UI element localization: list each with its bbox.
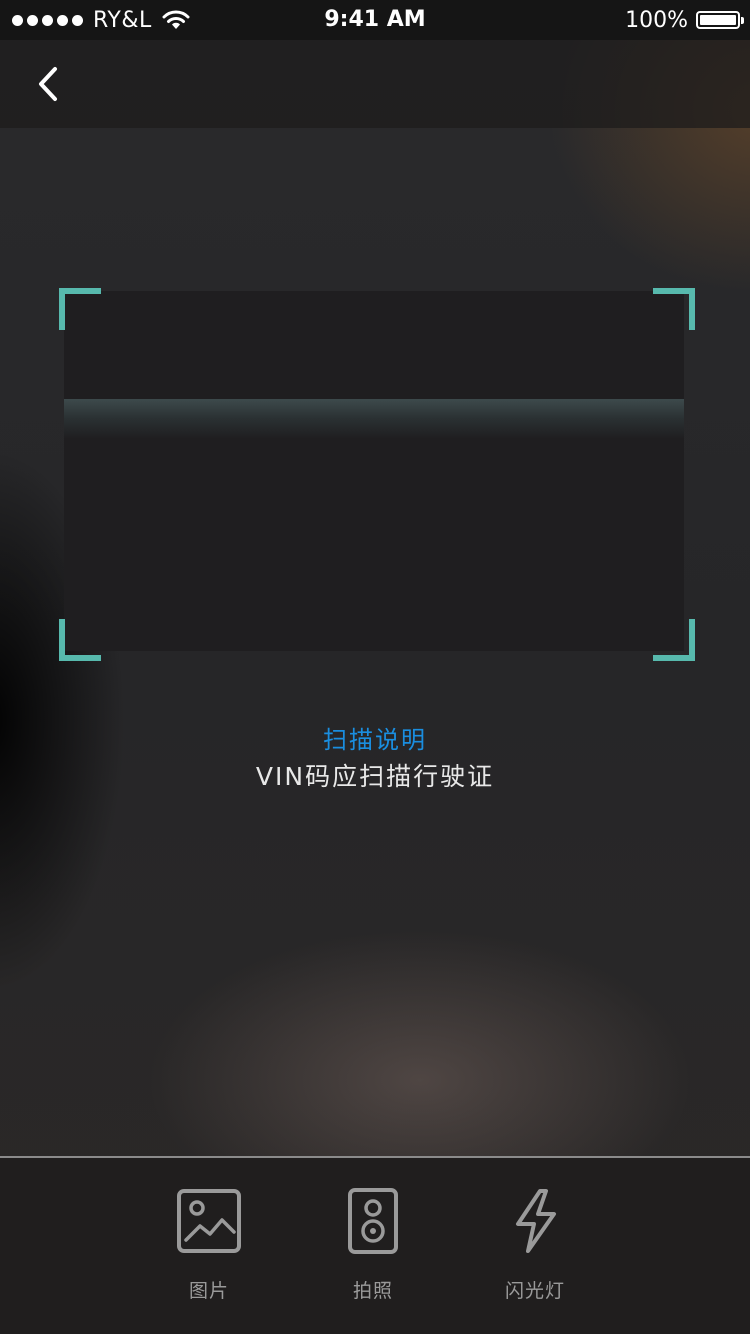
scan-line	[64, 399, 684, 439]
back-button[interactable]	[22, 58, 74, 110]
camera-button[interactable]: 拍照	[313, 1188, 433, 1318]
scan-corner-bottom-left	[59, 619, 101, 661]
scan-corner-bottom-right	[653, 619, 695, 661]
status-bar: RY&L 9:41 AM 100%	[0, 0, 750, 40]
image-icon	[176, 1188, 242, 1254]
scan-corner-top-right	[653, 288, 695, 330]
scan-viewfinder	[64, 291, 684, 651]
battery-percentage: 100%	[625, 7, 688, 33]
scan-instructions-text: VIN码应扫描行驶证	[255, 762, 495, 791]
battery-icon	[696, 11, 744, 29]
flash-icon	[502, 1188, 568, 1254]
bottom-toolbar: 图片 拍照 闪光灯	[0, 1156, 750, 1334]
navigation-bar	[0, 40, 750, 128]
chevron-left-icon	[39, 67, 57, 101]
camera-button-label: 拍照	[352, 1280, 393, 1302]
camera-icon	[340, 1188, 406, 1254]
flash-button-label: 闪光灯	[504, 1280, 565, 1302]
flash-button[interactable]: 闪光灯	[475, 1188, 595, 1318]
image-button-label: 图片	[188, 1280, 229, 1302]
image-button[interactable]: 图片	[149, 1188, 269, 1318]
scan-instructions-link[interactable]: 扫描说明	[0, 720, 750, 755]
background	[0, 0, 750, 1334]
scan-corner-top-left	[59, 288, 101, 330]
